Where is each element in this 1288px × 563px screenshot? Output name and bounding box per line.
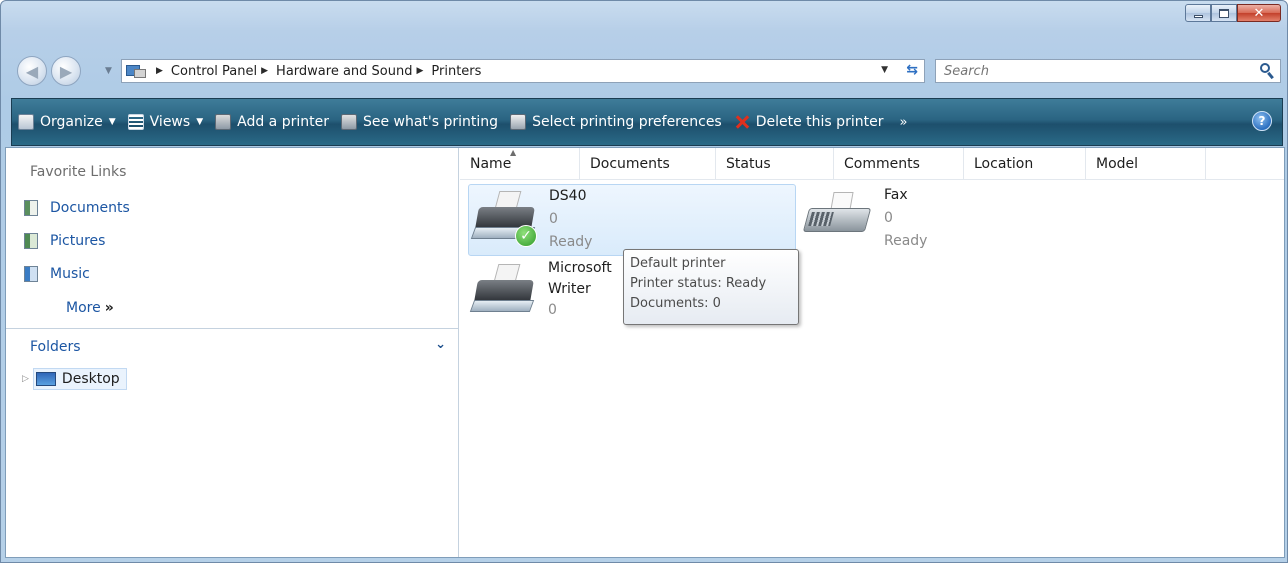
tooltip-default-printer: Default printer [630, 256, 726, 271]
column-header-name[interactable]: ▲ Name [460, 148, 580, 180]
printer-name-line2: Writer [548, 281, 591, 297]
print-queue-icon [340, 114, 357, 130]
favorite-link-documents[interactable]: Documents [24, 200, 130, 216]
organize-button[interactable]: Organize ▼ [18, 114, 116, 130]
maximize-icon [1219, 8, 1229, 18]
column-header-status[interactable]: Status [716, 148, 834, 180]
printer-icon [469, 262, 542, 324]
navigation-pane: Favorite Links Documents Pictures Music … [6, 148, 459, 557]
recent-pages-dropdown[interactable]: ▼ [105, 66, 112, 76]
select-printing-preferences-button[interactable]: Select printing preferences [510, 114, 722, 130]
printer-tile-ds40[interactable]: ✓ DS40 0 Ready [468, 184, 796, 256]
favorite-link-pictures[interactable]: Pictures [24, 233, 105, 249]
main-panes: Favorite Links Documents Pictures Music … [5, 147, 1285, 558]
documents-icon [24, 200, 38, 216]
printer-name: DS40 [549, 188, 587, 204]
chevron-down-icon: ▼ [108, 117, 116, 127]
caption-buttons: ✕ [1185, 4, 1281, 22]
close-button[interactable]: ✕ [1237, 4, 1281, 22]
column-headers: ▲ Name Documents Status Comments Locatio… [460, 148, 1284, 180]
sort-ascending-icon: ▲ [510, 148, 517, 157]
address-dropdown-icon[interactable]: ▼ [881, 65, 888, 75]
double-chevron-icon: » [104, 300, 114, 316]
folders-header[interactable]: Folders ⌄ [6, 328, 458, 364]
default-checkmark-icon: ✓ [515, 225, 537, 247]
printer-status: Ready [549, 234, 593, 250]
favorite-links-title: Favorite Links [30, 164, 127, 180]
column-header-model[interactable]: Model [1086, 148, 1206, 180]
printer-tile-microsoft-writer[interactable]: Microsoft Writer 0 [468, 258, 638, 330]
back-button[interactable]: ◀ [17, 56, 47, 86]
printer-tile-fax[interactable]: Fax 0 Ready [802, 184, 962, 256]
tree-item-desktop-label[interactable]: Desktop [32, 368, 127, 390]
explorer-window: ✕ ◀ ▶ ▼ ▶ Control Panel ▶ Hardware and So… [0, 0, 1288, 563]
breadcrumb-printers[interactable]: Printers [431, 64, 481, 79]
organize-icon [18, 114, 34, 130]
column-header-documents[interactable]: Documents [580, 148, 716, 180]
address-bar[interactable]: ▶ Control Panel ▶ Hardware and Sound ▶ Pri… [121, 59, 925, 83]
printer-documents-count: 0 [548, 302, 557, 318]
printer-name-line1: Microsoft [548, 260, 612, 276]
search-icon[interactable] [1260, 63, 1274, 80]
tooltip-documents: Documents: 0 [630, 296, 721, 311]
minimize-icon [1193, 14, 1203, 18]
printing-preferences-icon [510, 114, 527, 130]
navigation-row: ◀ ▶ ▼ ▶ Control Panel ▶ Hardware and Soun… [17, 53, 1283, 89]
column-header-comments[interactable]: Comments [834, 148, 964, 180]
printer-tooltip: Default printer Printer status: Ready Do… [623, 249, 799, 325]
forward-arrow-icon: ▶ [59, 61, 73, 81]
add-printer-button[interactable]: Add a printer [215, 114, 329, 130]
more-links[interactable]: More» [66, 300, 114, 316]
printers-folder-icon [126, 63, 146, 79]
printer-status: Ready [884, 233, 928, 249]
refresh-icon[interactable]: ⇆ [906, 62, 918, 78]
search-input[interactable] [944, 63, 1244, 79]
printer-documents-count: 0 [549, 211, 558, 227]
pictures-icon [24, 233, 38, 249]
printer-documents-count: 0 [884, 210, 893, 226]
expand-arrow-icon[interactable]: ▷ [22, 374, 29, 384]
help-icon[interactable]: ? [1252, 111, 1272, 131]
back-arrow-icon: ◀ [25, 61, 39, 81]
minimize-button[interactable] [1185, 4, 1211, 22]
breadcrumb-hardware-and-sound[interactable]: Hardware and Sound ▶ [276, 64, 431, 79]
desktop-icon [35, 372, 56, 386]
music-icon [24, 266, 38, 282]
column-header-location[interactable]: Location [964, 148, 1086, 180]
chevron-down-icon: ⌄ [435, 337, 446, 352]
content-pane: ▲ Name Documents Status Comments Locatio… [460, 148, 1284, 557]
favorite-link-music[interactable]: Music [24, 266, 90, 282]
delete-icon [734, 114, 750, 130]
forward-button[interactable]: ▶ [51, 56, 81, 86]
more-commands-chevron[interactable]: » [899, 115, 907, 130]
printer-icon: ✓ [470, 189, 543, 251]
close-icon: ✕ [1253, 5, 1265, 21]
chevron-down-icon: ▼ [196, 117, 204, 127]
see-whats-printing-button[interactable]: See what's printing [340, 114, 498, 130]
printer-name: Fax [884, 187, 908, 203]
breadcrumb-chevron-icon[interactable]: ▶ [261, 66, 268, 76]
maximize-button[interactable] [1211, 4, 1237, 22]
fax-icon [802, 188, 874, 250]
search-box[interactable] [935, 59, 1281, 83]
tooltip-printer-status: Printer status: Ready [630, 276, 767, 291]
breadcrumb-control-panel[interactable]: Control Panel ▶ [171, 64, 276, 79]
views-icon [127, 114, 144, 130]
add-printer-icon [215, 114, 232, 130]
views-button[interactable]: Views ▼ [127, 114, 204, 130]
breadcrumb-root-chevron[interactable]: ▶ [152, 66, 171, 76]
command-bar: Organize ▼ Views ▼ Add a printer See wha… [11, 98, 1283, 146]
tree-item-desktop[interactable]: ▷ Desktop [22, 368, 127, 390]
breadcrumb-chevron-icon[interactable]: ▶ [416, 66, 423, 76]
delete-printer-button[interactable]: Delete this printer [734, 114, 884, 130]
